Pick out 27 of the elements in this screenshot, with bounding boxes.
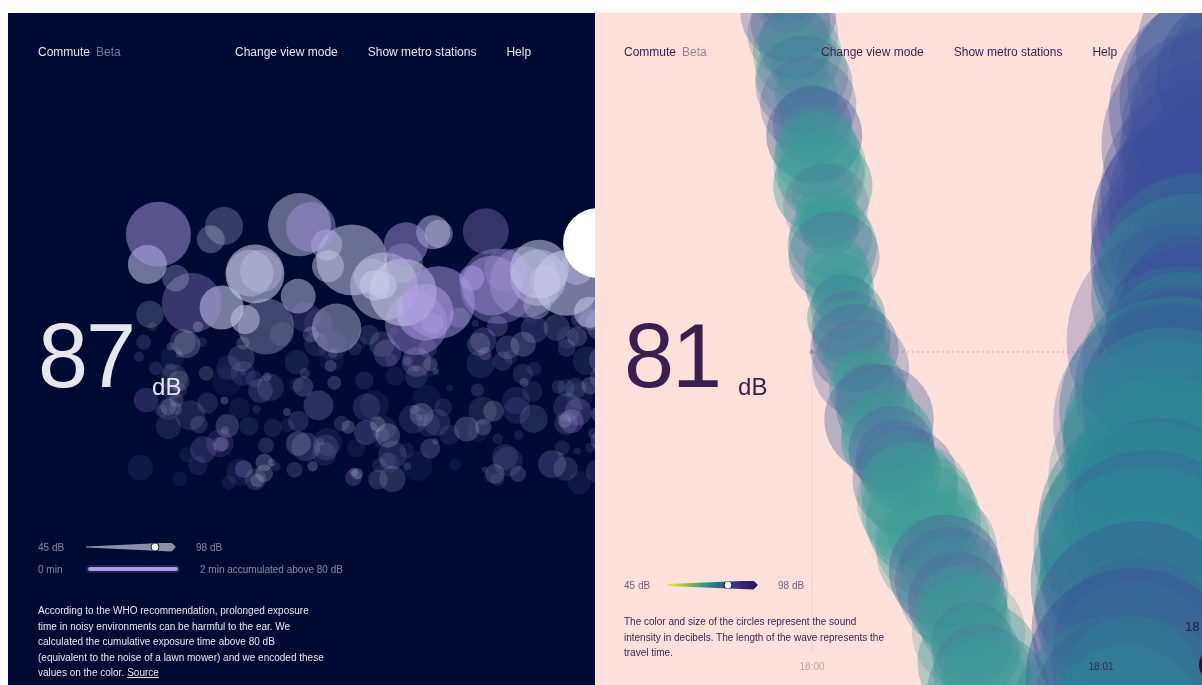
nav-link[interactable]: Help — [1092, 45, 1118, 59]
slider-max-label: 98 dB — [778, 579, 805, 591]
slider-min-label: 45 dB — [38, 541, 66, 553]
slider-thumb[interactable] — [150, 542, 160, 552]
decibel-reading: 81 — [624, 314, 721, 398]
beta-label: Beta — [96, 45, 121, 59]
nav-link[interactable]: Show metro stations — [953, 45, 1063, 59]
exposure-caption: 2 min accumulated above 80 dB — [200, 563, 343, 575]
decibel-reading: 87 — [38, 314, 135, 398]
decibel-unit: dB — [738, 372, 768, 402]
nav-link[interactable]: Show metro stations — [367, 45, 477, 59]
app-title: Commute — [38, 45, 90, 59]
time-label: 18 — [1185, 619, 1200, 634]
app-title: Commute — [624, 45, 676, 59]
exposure-min-label: 0 min — [38, 563, 64, 575]
decibel-unit: dB — [152, 372, 182, 402]
source-link[interactable]: Source — [127, 667, 159, 678]
description-text: According to the WHO recommendation, prolonged exposure time in noisy environments can be harmful to the ear. We calculated the cumulative exposure time above 80 dB (equivalent to the noise of a lawn mower) and we encoded these values on the color. Source — [38, 604, 324, 680]
description-text: The color and size of the circles represent the sound intensity in decibels. The length of the wave represents the travel time. — [624, 615, 884, 660]
slider-thumb[interactable] — [723, 580, 733, 590]
slider-min-label: 45 dB — [624, 579, 652, 591]
time-label: 18:00 — [799, 661, 825, 672]
time-label: 18:01 — [1088, 661, 1114, 672]
nav-link[interactable]: Change view mode — [235, 45, 338, 59]
nav-link[interactable]: Help — [506, 45, 532, 59]
beta-label: Beta — [682, 45, 707, 59]
slider-max-label: 98 dB — [196, 541, 223, 553]
